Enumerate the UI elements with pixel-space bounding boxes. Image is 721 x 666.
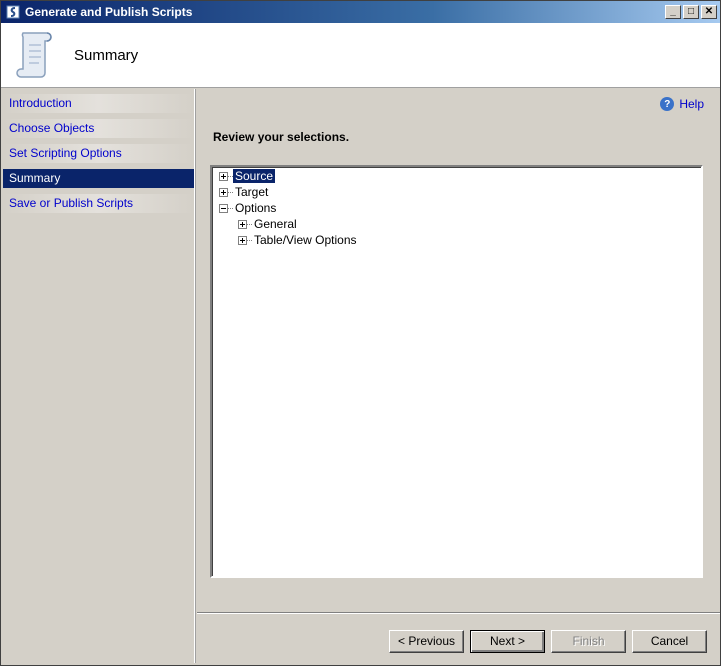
tree-node-label: Source xyxy=(233,169,276,183)
wizard-steps-sidebar: Introduction Choose Objects Set Scriptin… xyxy=(3,89,195,663)
window-title: Generate and Publish Scripts xyxy=(25,5,193,19)
sidebar-item-set-scripting-options[interactable]: Set Scripting Options xyxy=(3,144,194,163)
tree-node-label: Target xyxy=(235,185,269,199)
script-scroll-icon xyxy=(16,32,52,78)
next-button[interactable]: Next > xyxy=(470,630,545,653)
finish-button[interactable]: Finish xyxy=(551,630,626,653)
tree-node-label: Table/View Options xyxy=(254,233,357,247)
wizard-content: ? Help Review your selections. Source Ta… xyxy=(197,89,720,665)
maximize-button[interactable]: □ xyxy=(683,5,699,19)
page-title: Summary xyxy=(74,47,139,64)
minimize-button[interactable]: _ xyxy=(665,5,681,19)
expand-icon[interactable] xyxy=(238,219,247,229)
previous-button[interactable]: < Previous xyxy=(389,630,464,653)
tree-node-options[interactable]: Options xyxy=(219,200,278,216)
selection-tree[interactable]: Source Target Options General Table/View xyxy=(210,165,703,578)
sidebar-item-save-or-publish-scripts[interactable]: Save or Publish Scripts xyxy=(3,194,194,213)
collapse-icon[interactable] xyxy=(219,203,228,213)
close-button[interactable]: ✕ xyxy=(701,5,717,19)
title-bar[interactable]: Generate and Publish Scripts _ □ ✕ xyxy=(1,1,720,23)
tree-node-general[interactable]: General xyxy=(238,216,299,232)
footer-divider xyxy=(197,612,720,614)
help-icon: ? xyxy=(660,97,675,111)
sidebar-item-summary[interactable]: Summary xyxy=(3,169,194,188)
cancel-button[interactable]: Cancel xyxy=(632,630,707,653)
help-link[interactable]: ? Help xyxy=(660,97,704,111)
wizard-header: Summary xyxy=(1,23,720,88)
tree-node-table-view-options[interactable]: Table/View Options xyxy=(238,232,359,248)
tree-node-label: General xyxy=(254,217,297,231)
script-app-icon xyxy=(5,4,21,20)
expand-icon[interactable] xyxy=(219,187,228,197)
tree-node-label: Options xyxy=(235,201,277,215)
sidebar-item-choose-objects[interactable]: Choose Objects xyxy=(3,119,194,138)
sidebar-item-introduction[interactable]: Introduction xyxy=(3,94,194,113)
help-label: Help xyxy=(679,97,704,111)
expand-icon[interactable] xyxy=(238,235,247,245)
expand-icon[interactable] xyxy=(219,171,228,181)
wizard-window: Generate and Publish Scripts _ □ ✕ Summa… xyxy=(0,0,721,666)
tree-node-source[interactable]: Source xyxy=(219,168,276,184)
review-label: Review your selections. xyxy=(213,130,350,144)
window-controls: _ □ ✕ xyxy=(665,5,717,19)
tree-node-target[interactable]: Target xyxy=(219,184,270,200)
